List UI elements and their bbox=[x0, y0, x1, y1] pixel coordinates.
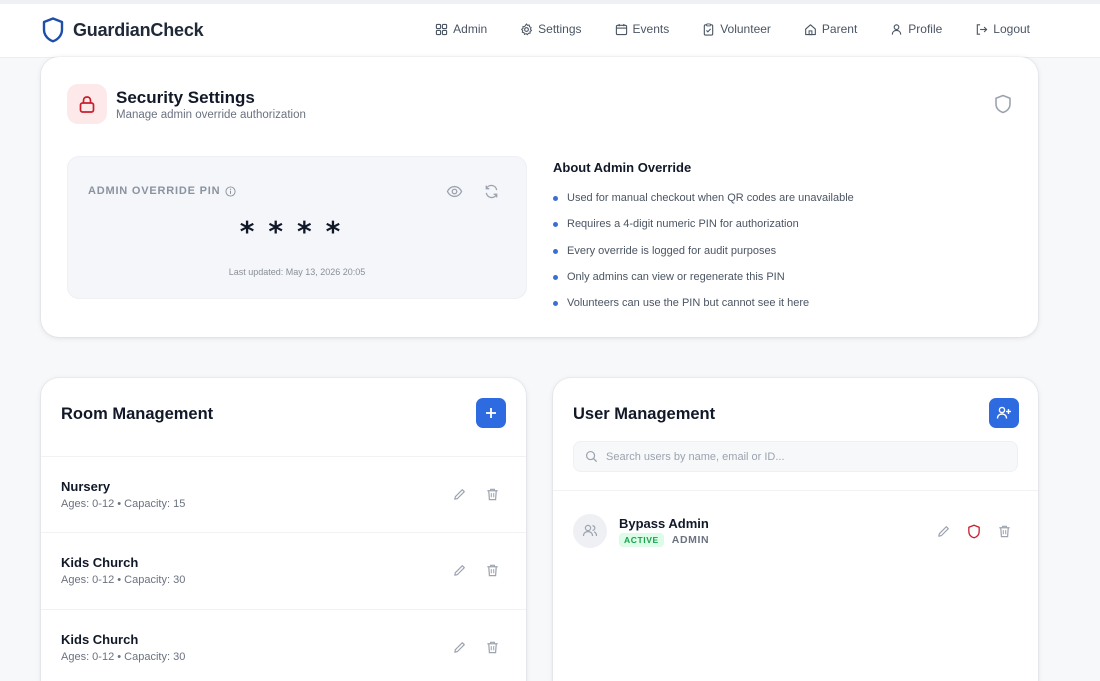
pin-value: **** bbox=[239, 215, 355, 248]
room-meta: Ages: 0-12 • Capacity: 30 bbox=[61, 651, 186, 663]
trash-icon[interactable] bbox=[485, 487, 500, 502]
nav-settings-label: Settings bbox=[538, 22, 582, 36]
users-icon bbox=[581, 522, 599, 540]
info-icon[interactable] bbox=[225, 185, 236, 197]
user-management-title: User Management bbox=[573, 405, 716, 423]
top-navbar: GuardianCheck Admin Settings Events Volu… bbox=[0, 0, 1100, 58]
trash-icon[interactable] bbox=[485, 640, 500, 655]
nav-volunteer-label: Volunteer bbox=[720, 22, 771, 36]
room-meta: Ages: 0-12 • Capacity: 15 bbox=[61, 498, 186, 510]
search-input[interactable] bbox=[606, 450, 1006, 463]
pin-actions bbox=[446, 183, 500, 200]
about-title: About Admin Override bbox=[553, 160, 692, 175]
room-name: Kids Church bbox=[61, 555, 139, 570]
pin-last-updated: Last updated: May 13, 2026 20:05 bbox=[228, 267, 366, 277]
plus-icon bbox=[484, 406, 498, 420]
about-override: About Admin Override Used for manual che… bbox=[553, 160, 1013, 323]
about-item: Used for manual checkout when QR codes a… bbox=[553, 192, 1013, 218]
logout-icon bbox=[975, 23, 988, 36]
admin-pin-panel: ADMIN OVERRIDE PIN **** Last updated: Ma… bbox=[67, 156, 527, 299]
edit-pencil-icon[interactable] bbox=[452, 640, 467, 655]
room-name: Kids Church bbox=[61, 632, 139, 647]
shield-icon[interactable] bbox=[967, 524, 981, 539]
refresh-icon[interactable] bbox=[483, 183, 500, 200]
nav-volunteer[interactable]: Volunteer bbox=[702, 22, 771, 36]
lock-badge bbox=[67, 84, 107, 124]
nav-parent-label: Parent bbox=[821, 22, 858, 36]
add-room-button[interactable] bbox=[476, 398, 506, 428]
user-search bbox=[573, 441, 1018, 472]
shield-logo-icon bbox=[42, 17, 64, 43]
calendar-icon bbox=[615, 23, 628, 36]
trash-icon[interactable] bbox=[997, 524, 1012, 539]
room-actions bbox=[452, 563, 500, 578]
pin-label: ADMIN OVERRIDE PIN bbox=[88, 185, 236, 197]
nav-profile-label: Profile bbox=[908, 22, 943, 36]
search-icon bbox=[585, 450, 598, 463]
status-badge: ACTIVE bbox=[619, 533, 664, 547]
lock-icon bbox=[77, 94, 97, 114]
avatar bbox=[573, 514, 607, 548]
nav-admin[interactable]: Admin bbox=[435, 22, 487, 36]
room-meta: Ages: 0-12 • Capacity: 30 bbox=[61, 574, 186, 586]
room-row[interactable]: Kids Church Ages: 0-12 • Capacity: 30 bbox=[41, 532, 526, 604]
nav-profile[interactable]: Profile bbox=[890, 22, 942, 36]
home-icon bbox=[804, 23, 817, 36]
shield-icon bbox=[994, 94, 1012, 114]
page-subtitle: Manage admin override authorization bbox=[116, 109, 306, 121]
nav-logout-label: Logout bbox=[993, 22, 1030, 36]
security-settings-card: Security Settings Manage admin override … bbox=[41, 57, 1038, 337]
nav-events[interactable]: Events bbox=[615, 22, 670, 36]
about-list: Used for manual checkout when QR codes a… bbox=[553, 192, 1013, 323]
eye-icon[interactable] bbox=[446, 183, 463, 200]
clipboard-check-icon bbox=[702, 22, 715, 36]
about-item: Only admins can view or regenerate this … bbox=[553, 271, 1013, 297]
brand-name: GuardianCheck bbox=[73, 19, 204, 40]
user-icon bbox=[890, 23, 903, 36]
about-item: Volunteers can use the PIN but cannot se… bbox=[553, 297, 1013, 323]
grid-icon bbox=[435, 23, 448, 36]
room-management-title: Room Management bbox=[61, 405, 214, 423]
nav-logout[interactable]: Logout bbox=[975, 22, 1030, 36]
nav-links: Admin Settings Events Volunteer Parent P… bbox=[435, 22, 1030, 36]
edit-pencil-icon[interactable] bbox=[936, 524, 951, 539]
user-row[interactable]: Bypass Admin ACTIVE ADMIN bbox=[553, 490, 1038, 570]
add-user-button[interactable] bbox=[989, 398, 1019, 428]
pin-label-text: ADMIN OVERRIDE PIN bbox=[88, 185, 221, 197]
room-actions bbox=[452, 487, 500, 502]
room-management-card: Room Management Nursery Ages: 0-12 • Cap… bbox=[41, 378, 526, 681]
room-actions bbox=[452, 640, 500, 655]
trash-icon[interactable] bbox=[485, 563, 500, 578]
nav-settings[interactable]: Settings bbox=[520, 22, 582, 36]
user-name: Bypass Admin bbox=[619, 516, 709, 531]
room-name: Nursery bbox=[61, 479, 111, 494]
nav-admin-label: Admin bbox=[453, 22, 488, 36]
gear-icon bbox=[520, 22, 533, 36]
brand[interactable]: GuardianCheck bbox=[42, 17, 204, 43]
room-row[interactable]: Nursery Ages: 0-12 • Capacity: 15 bbox=[41, 456, 526, 528]
user-management-card: User Management Bypass Admin ACTIVE ADMI… bbox=[553, 378, 1038, 681]
page-title: Security Settings bbox=[116, 88, 255, 107]
about-item: Requires a 4-digit numeric PIN for autho… bbox=[553, 218, 1013, 244]
user-plus-icon bbox=[996, 405, 1012, 421]
about-item: Every override is logged for audit purpo… bbox=[553, 245, 1013, 271]
nav-events-label: Events bbox=[632, 22, 670, 36]
user-tags: ACTIVE ADMIN bbox=[619, 533, 709, 547]
user-actions bbox=[936, 524, 1012, 539]
room-row[interactable]: Kids Church Ages: 0-12 • Capacity: 30 bbox=[41, 609, 526, 681]
role-label: ADMIN bbox=[671, 534, 710, 546]
edit-pencil-icon[interactable] bbox=[452, 563, 467, 578]
edit-pencil-icon[interactable] bbox=[452, 487, 467, 502]
nav-parent[interactable]: Parent bbox=[804, 22, 857, 36]
